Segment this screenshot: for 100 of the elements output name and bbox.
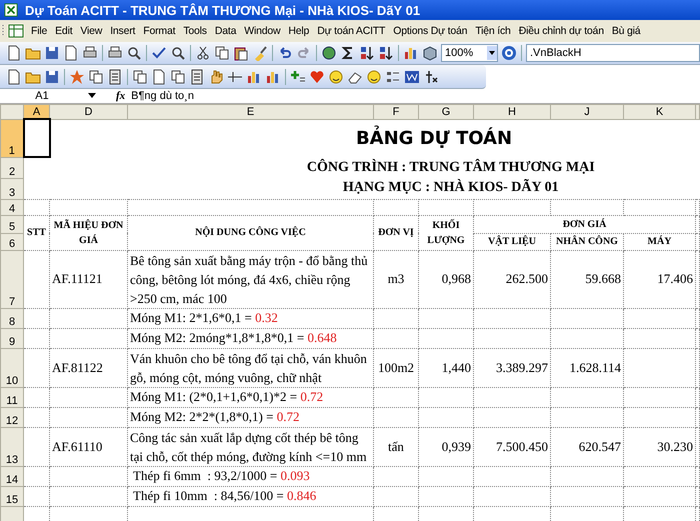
page-icon[interactable] [6, 45, 22, 61]
row-header[interactable]: 9 [0, 328, 24, 348]
sort-icon[interactable] [378, 45, 394, 61]
chart-icon[interactable] [403, 45, 419, 61]
table-cell: Móng M2: 2*2*(1,8*0,1) = 0.72 [130, 409, 300, 424]
paste-icon[interactable] [233, 45, 249, 61]
table-cell: 7.500.450 [496, 438, 548, 454]
menu-item[interactable]: Điều chỉnh dự toán [514, 25, 608, 37]
function-label[interactable]: fx [110, 90, 132, 102]
magnifier-icon[interactable] [170, 45, 186, 61]
column-header[interactable]: G [418, 104, 474, 119]
table-cell-text: Thép fi 6mm : 93,2/1000 = 0.093 [132, 468, 310, 483]
column-header[interactable]: H [474, 104, 550, 119]
table-cell: 262.500 [506, 271, 548, 286]
window-title: Dự Toán ACITT - TRUNG TÂM THƯƠNG Mại - NHà KIOS- DãY 01 [25, 2, 420, 18]
table-cell: 1,440 [442, 360, 471, 374]
copy-icon[interactable] [214, 45, 230, 61]
header-cell: ĐƠN GIÁ [474, 215, 696, 233]
copy-icon[interactable] [170, 68, 186, 84]
star-icon[interactable] [69, 68, 85, 84]
menu-item[interactable]: Bù giá [608, 25, 644, 37]
header-cell: MÃ HIỆU ĐƠN GIÁ [50, 215, 128, 250]
header-cell: NHÂN CÔNG [550, 233, 624, 250]
table-cell: Công tác sản xuất lắp dựng cốt thép bê tông tại chỗ, cốt thép móng, đường kính <=10 mm [130, 430, 367, 464]
table-cell: 1.628.114 [569, 360, 621, 374]
page-icon[interactable] [6, 68, 22, 84]
check-icon[interactable] [151, 45, 167, 61]
spreadsheet-icon[interactable] [8, 23, 24, 39]
table-cell: 30.230 [657, 438, 693, 454]
table-cell: Bê tông sản xuất bằng máy trộn - đổ bằng thủ công, bêtông lót móng, đá 4x6, chiều rộng >250 cm, mác 100 [130, 252, 368, 306]
page-icon[interactable] [63, 45, 79, 61]
spreadsheet-icon [4, 3, 18, 17]
table-cell-text: Thép fi 10mm : 84,56/100 = 0.846 [132, 488, 316, 503]
menu-item[interactable]: Tools [179, 25, 211, 37]
menu-item[interactable]: Data [210, 25, 240, 37]
font-field[interactable]: .VnBlackH [526, 44, 700, 62]
table-cell: Móng M1: 2*1,6*0,1 = 0.32 [130, 310, 278, 325]
zoom-dropdown[interactable]: 100% [441, 44, 498, 62]
sheet-title: BẢNG DỰ TOÁN [356, 128, 512, 149]
row-header[interactable]: 1 [0, 119, 24, 157]
menu-item[interactable]: Help [284, 25, 314, 37]
menu-item[interactable]: Format [139, 25, 180, 37]
plus-icon[interactable] [290, 68, 306, 84]
menu-item[interactable]: Options Dự toán [389, 25, 472, 37]
row-header[interactable]: 8 [0, 308, 24, 328]
row-header[interactable]: 3 [0, 178, 24, 199]
word-icon[interactable] [404, 68, 420, 84]
column-header[interactable]: F [374, 104, 418, 119]
heart-icon[interactable] [309, 68, 325, 84]
row-header[interactable]: 11 [0, 387, 24, 407]
table-cell: Ván khuôn cho bê tông đổ tại chỗ, ván khuôn gỗ, móng cột, móng vuông, chữ nhật [130, 350, 367, 384]
column-header[interactable]: K [624, 104, 696, 119]
column-header[interactable]: J [550, 104, 624, 119]
table-cell: Móng M1: (2*0,1+1,6*0,1)*2 = 0.72 [130, 389, 324, 404]
caret-icon[interactable] [487, 46, 497, 60]
table-cell: 3.389.297 [496, 360, 548, 374]
row-header[interactable]: 10 [0, 348, 24, 387]
scissors-icon[interactable] [195, 45, 211, 61]
menu-item[interactable]: Tiện ích [471, 25, 515, 37]
copy-icon[interactable] [132, 68, 148, 84]
row-header[interactable]: 12 [0, 407, 24, 427]
table-cell: 100m2 [378, 360, 414, 374]
column-header[interactable]: D [50, 104, 128, 119]
row-header[interactable]: 6 [0, 233, 24, 250]
menu-item[interactable]: Edit [51, 25, 76, 37]
row-header[interactable]: 14 [0, 466, 24, 486]
menu-item[interactable]: Window [240, 25, 284, 37]
sort-icon[interactable] [359, 45, 375, 61]
smiley-icon[interactable] [366, 68, 382, 84]
table-cell: Móng M2: 2móng*1,8*1,8*0,1 = 0.648 [130, 330, 337, 345]
table-cell: m3 [388, 271, 404, 286]
copy-icon[interactable] [88, 68, 104, 84]
menu-item[interactable]: Dự toán ACITT [313, 25, 390, 37]
table-cell: 620.547 [578, 438, 621, 454]
caret-icon[interactable] [88, 93, 96, 99]
header-cell: MÁY [624, 233, 696, 250]
row-header[interactable]: 4 [0, 199, 24, 215]
row-header[interactable]: 13 [0, 427, 24, 466]
header-cell: VẬT LIỆU [474, 233, 550, 250]
row-header[interactable]: 2 [0, 157, 24, 178]
table-cell: AF.11121 [52, 271, 102, 286]
page-icon[interactable] [151, 68, 167, 84]
row-header[interactable]: 7 [0, 250, 24, 308]
table-cell: 0,939 [442, 438, 471, 454]
row-header[interactable]: 15 [0, 486, 24, 506]
menu-item[interactable]: File [27, 25, 52, 37]
menu-item[interactable]: Insert [106, 25, 140, 37]
help-icon[interactable] [501, 45, 517, 61]
header-cell: NỘI DUNG CÔNG VIỆC [128, 215, 374, 250]
magnifier-icon[interactable] [126, 45, 142, 61]
table-cell: 17.406 [657, 271, 693, 286]
menu-item[interactable]: View [76, 25, 106, 37]
formula-field[interactable]: B¶ng dù to¸n [131, 90, 700, 102]
header-cell: ĐƠN VỊ [374, 215, 418, 250]
selected-cell[interactable] [24, 119, 50, 157]
table-cell: AF.61110 [52, 438, 102, 454]
project-name: CÔNG TRÌNH : TRUNG TÂM THƯƠNG MẠI [306, 160, 595, 175]
column-header[interactable]: E [128, 104, 374, 119]
smiley-icon[interactable] [328, 68, 344, 84]
row-header[interactable]: 5 [0, 215, 24, 233]
